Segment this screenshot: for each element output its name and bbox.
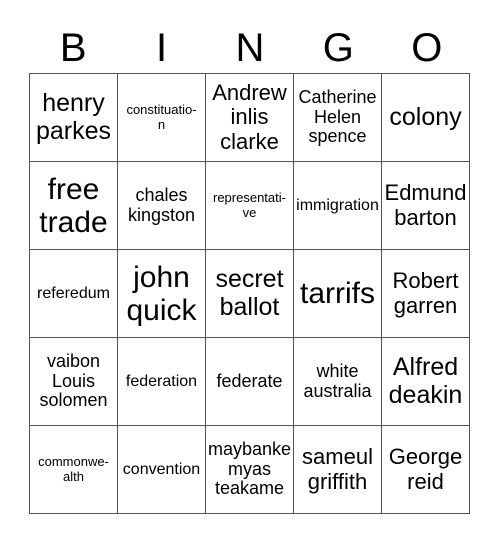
bingo-cell-text: chales kingston	[127, 184, 196, 225]
bingo-cell-text: secret ballot	[215, 265, 284, 321]
bingo-cell-text: federation	[125, 372, 198, 390]
bingo-cell-g1[interactable]: Catherine Helen spence	[293, 73, 382, 162]
header-letter-i: I	[156, 26, 168, 70]
bingo-cell-text: Andrew inlis clarke	[212, 80, 287, 154]
bingo-cell-b2[interactable]: free trade	[29, 161, 118, 250]
bingo-cell-text: maybanke myas teakame	[207, 438, 292, 499]
bingo-cell-text: immigration	[296, 196, 379, 214]
bingo-cell-text: tarrifs	[300, 277, 375, 310]
bingo-cell-text: Robert garren	[392, 268, 459, 318]
bingo-cell-b3[interactable]: referedum	[29, 249, 118, 338]
bingo-cell-text: vaibon Louis solomen	[39, 350, 108, 411]
bingo-cell-o4[interactable]: Alfred deakin	[381, 337, 470, 426]
header-letter-o: O	[411, 26, 443, 70]
bingo-cell-text: ve	[242, 204, 257, 220]
bingo-cell-i2[interactable]: chales kingston	[117, 161, 206, 250]
bingo-cell-text: n	[157, 116, 166, 132]
bingo-cell-i4[interactable]: federation	[117, 337, 206, 426]
bingo-cell-text: Catherine Helen spence	[298, 86, 377, 147]
bingo-grid: henry parkes constituatio-n Andrew inlis c…	[29, 73, 470, 514]
bingo-cell-text: free trade	[39, 172, 108, 239]
bingo-cell-text: convention	[122, 460, 201, 478]
bingo-cell-n4[interactable]: federate	[205, 337, 294, 426]
bingo-row: commonwe-alth convention maybanke myas tea…	[29, 425, 470, 514]
bingo-row: free trade chales kingston representati-ve…	[29, 161, 470, 250]
bingo-cell-o3[interactable]: Robert garren	[381, 249, 470, 338]
bingo-cell-text: colony	[389, 102, 462, 131]
header-letter-n: N	[235, 26, 265, 70]
bingo-cell-o5[interactable]: George reid	[381, 425, 470, 514]
bingo-cell-n2[interactable]: representati-ve	[205, 161, 294, 250]
bingo-header: B I N G O	[29, 22, 471, 74]
bingo-cell-b4[interactable]: vaibon Louis solomen	[29, 337, 118, 426]
bingo-cell-text: federate	[216, 370, 283, 391]
bingo-cell-n3[interactable]: secret ballot	[205, 249, 294, 338]
bingo-cell-g2[interactable]: immigration	[293, 161, 382, 250]
bingo-cell-o2[interactable]: Edmund barton	[381, 161, 470, 250]
bingo-cell-n5[interactable]: maybanke myas teakame	[205, 425, 294, 514]
bingo-row: referedum john quick secret ballot tarrifs R…	[29, 249, 470, 338]
bingo-cell-text: Alfred deakin	[388, 353, 463, 409]
bingo-cell-text: Edmund barton	[384, 180, 467, 230]
bingo-cell-i5[interactable]: convention	[117, 425, 206, 514]
bingo-row: henry parkes constituatio-n Andrew inlis c…	[29, 73, 470, 162]
bingo-cell-text: alth	[63, 468, 84, 484]
bingo-cell-text: white australia	[303, 360, 372, 401]
bingo-cell-o1[interactable]: colony	[381, 73, 470, 162]
bingo-cell-text: representati-	[213, 190, 286, 206]
bingo-cell-text: constituatio-	[126, 102, 197, 118]
header-letter-g: G	[322, 26, 354, 70]
bingo-cell-b1[interactable]: henry parkes	[29, 73, 118, 162]
bingo-cell-text: henry parkes	[35, 89, 112, 145]
bingo-cell-text: referedum	[37, 284, 110, 302]
bingo-cell-b5[interactable]: commonwe-alth	[29, 425, 118, 514]
bingo-cell-text: john quick	[126, 260, 197, 327]
bingo-cell-i1[interactable]: constituatio-n	[117, 73, 206, 162]
bingo-cell-n1[interactable]: Andrew inlis clarke	[205, 73, 294, 162]
bingo-cell-text: sameul griffith	[302, 444, 373, 494]
bingo-cell-g5[interactable]: sameul griffith	[293, 425, 382, 514]
bingo-cell-g3[interactable]: tarrifs	[293, 249, 382, 338]
header-letter-b: B	[59, 26, 87, 70]
bingo-cell-g4[interactable]: white australia	[293, 337, 382, 426]
bingo-cell-text: George reid	[388, 444, 463, 494]
bingo-cell-text: commonwe-	[38, 454, 109, 470]
bingo-cell-i3[interactable]: john quick	[117, 249, 206, 338]
bingo-row: vaibon Louis solomen federation federate wh…	[29, 337, 470, 426]
